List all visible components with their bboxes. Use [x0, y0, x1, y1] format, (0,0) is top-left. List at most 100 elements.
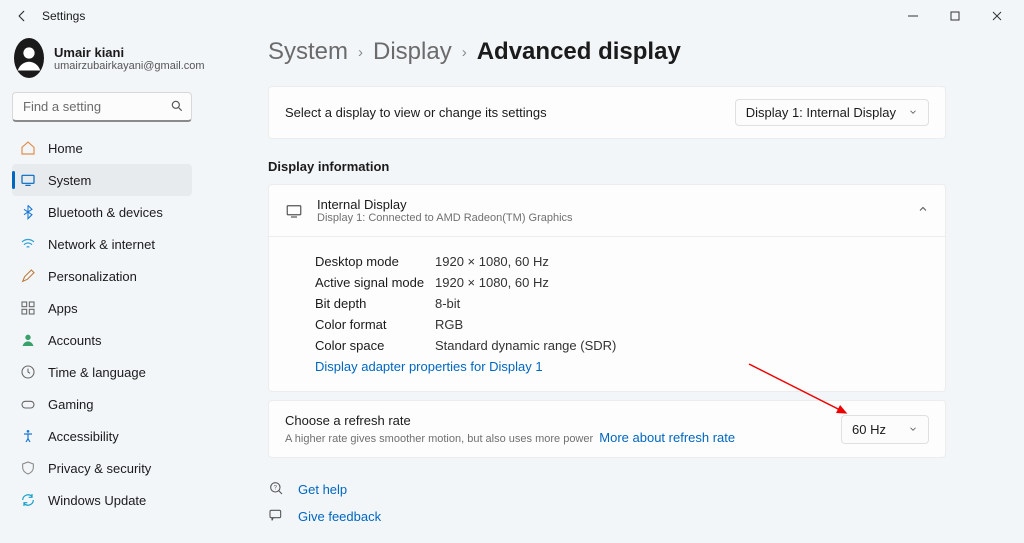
apps-icon: [20, 300, 36, 316]
sidebar-item-label: Network & internet: [48, 237, 155, 252]
sidebar-item-label: Windows Update: [48, 493, 146, 508]
sidebar-item-system[interactable]: System: [12, 164, 192, 196]
more-about-refresh-link[interactable]: More about refresh rate: [599, 430, 735, 445]
display-info-card: Internal Display Display 1: Connected to…: [268, 184, 946, 392]
display-selector-dropdown[interactable]: Display 1: Internal Display: [735, 99, 929, 126]
give-feedback-link[interactable]: Give feedback: [268, 503, 946, 530]
sidebar-item-network[interactable]: Network & internet: [12, 228, 192, 260]
user-email: umairzubairkayani@gmail.com: [54, 60, 205, 72]
adapter-properties-link[interactable]: Display adapter properties for Display 1: [315, 356, 929, 377]
sidebar-item-bluetooth[interactable]: Bluetooth & devices: [12, 196, 192, 228]
sidebar-item-label: Personalization: [48, 269, 137, 284]
bluetooth-icon: [20, 204, 36, 220]
profile[interactable]: Umair kiani umairzubairkayani@gmail.com: [12, 36, 192, 92]
refresh-rate-dropdown[interactable]: 60 Hz: [841, 415, 929, 444]
sidebar-item-privacy[interactable]: Privacy & security: [12, 452, 192, 484]
accessibility-icon: [20, 428, 36, 444]
search-icon: [170, 99, 184, 116]
sidebar-item-label: Gaming: [48, 397, 94, 412]
chevron-right-icon: ›: [462, 44, 467, 61]
sidebar-item-label: Privacy & security: [48, 461, 151, 476]
info-row: Bit depth8-bit: [315, 293, 929, 314]
sidebar-item-apps[interactable]: Apps: [12, 292, 192, 324]
minimize-button[interactable]: [894, 2, 932, 30]
sidebar-item-gaming[interactable]: Gaming: [12, 388, 192, 420]
info-value: RGB: [435, 317, 463, 332]
info-label: Color format: [315, 317, 435, 332]
display-info-body: Desktop mode1920 × 1080, 60 Hz Active si…: [269, 236, 945, 391]
refresh-sub: A higher rate gives smoother motion, but…: [285, 433, 593, 445]
sidebar-item-label: Accessibility: [48, 429, 119, 444]
wifi-icon: [20, 236, 36, 252]
info-label: Color space: [315, 338, 435, 353]
main: System › Display › Advanced display Sele…: [200, 32, 1024, 543]
help-icon: ?: [268, 480, 284, 499]
breadcrumb-display[interactable]: Display: [373, 38, 452, 66]
sidebar-item-label: System: [48, 173, 91, 188]
nav: Home System Bluetooth & devices Network …: [12, 132, 192, 516]
gaming-icon: [20, 396, 36, 412]
info-label: Active signal mode: [315, 275, 435, 290]
shield-icon: [20, 460, 36, 476]
info-row: Color spaceStandard dynamic range (SDR): [315, 335, 929, 356]
info-row: Active signal mode1920 × 1080, 60 Hz: [315, 272, 929, 293]
search-input[interactable]: [12, 92, 192, 122]
breadcrumb-current: Advanced display: [477, 38, 681, 66]
refresh-rate-value: 60 Hz: [852, 422, 886, 437]
refresh-rate-card: Choose a refresh rate A higher rate give…: [268, 400, 946, 458]
info-value: 1920 × 1080, 60 Hz: [435, 275, 549, 290]
refresh-title: Choose a refresh rate: [285, 413, 735, 428]
selector-prompt: Select a display to view or change its s…: [285, 105, 547, 120]
brush-icon: [20, 268, 36, 284]
chevron-down-icon: [908, 422, 918, 437]
sidebar-item-accessibility[interactable]: Accessibility: [12, 420, 192, 452]
display-selector-value: Display 1: Internal Display: [746, 105, 896, 120]
sidebar-item-label: Time & language: [48, 365, 146, 380]
update-icon: [20, 492, 36, 508]
info-row: Desktop mode1920 × 1080, 60 Hz: [315, 251, 929, 272]
sidebar-item-home[interactable]: Home: [12, 132, 192, 164]
feedback-icon: [268, 507, 284, 526]
chevron-down-icon: [908, 105, 918, 120]
sidebar-item-update[interactable]: Windows Update: [12, 484, 192, 516]
display-selector-card: Select a display to view or change its s…: [268, 86, 946, 139]
info-row: Color formatRGB: [315, 314, 929, 335]
link-text: Give feedback: [298, 509, 381, 524]
sidebar: Umair kiani umairzubairkayani@gmail.com …: [0, 32, 200, 543]
system-icon: [20, 172, 36, 188]
get-help-link[interactable]: ? Get help: [268, 476, 946, 503]
chevron-up-icon[interactable]: [917, 203, 929, 218]
window-title: Settings: [42, 9, 85, 23]
clock-icon: [20, 364, 36, 380]
sidebar-item-label: Home: [48, 141, 83, 156]
display-info-header[interactable]: Internal Display Display 1: Connected to…: [269, 185, 945, 236]
back-button[interactable]: [8, 2, 36, 30]
person-icon: [20, 332, 36, 348]
sidebar-item-personalization[interactable]: Personalization: [12, 260, 192, 292]
display-name: Internal Display: [317, 197, 903, 212]
maximize-button[interactable]: [936, 2, 974, 30]
window-controls: [894, 2, 1016, 30]
sidebar-item-label: Apps: [48, 301, 78, 316]
sidebar-item-time[interactable]: Time & language: [12, 356, 192, 388]
monitor-icon: [285, 202, 303, 220]
close-button[interactable]: [978, 2, 1016, 30]
breadcrumb-system[interactable]: System: [268, 38, 348, 66]
link-text: Get help: [298, 482, 347, 497]
user-name: Umair kiani: [54, 45, 205, 60]
section-title: Display information: [268, 159, 946, 174]
titlebar: Settings: [0, 0, 1024, 32]
sidebar-item-label: Bluetooth & devices: [48, 205, 163, 220]
sidebar-item-label: Accounts: [48, 333, 101, 348]
info-label: Desktop mode: [315, 254, 435, 269]
chevron-right-icon: ›: [358, 44, 363, 61]
home-icon: [20, 140, 36, 156]
avatar: [14, 38, 44, 78]
svg-text:?: ?: [274, 485, 278, 491]
link-text: Display adapter properties for Display 1: [315, 359, 543, 374]
info-value: 8-bit: [435, 296, 460, 311]
display-connection: Display 1: Connected to AMD Radeon(TM) G…: [317, 212, 903, 224]
sidebar-item-accounts[interactable]: Accounts: [12, 324, 192, 356]
info-value: 1920 × 1080, 60 Hz: [435, 254, 549, 269]
info-label: Bit depth: [315, 296, 435, 311]
